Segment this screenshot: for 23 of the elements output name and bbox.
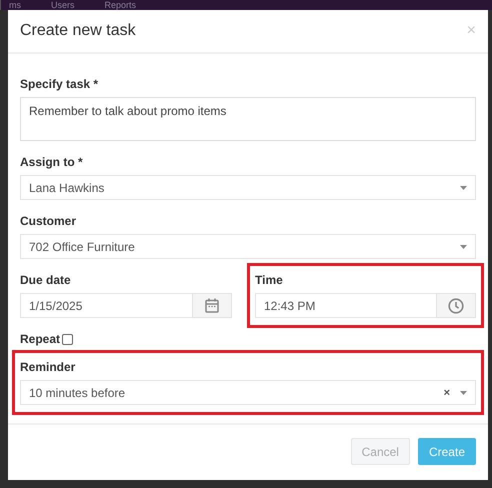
- field-label: Customer: [20, 214, 78, 228]
- field-label: Due date: [20, 273, 72, 287]
- date-field[interactable]: 1/15/2025: [20, 293, 232, 318]
- caret-icon: [460, 390, 467, 394]
- calendar-icon: [205, 298, 219, 313]
- caret-icon: [460, 244, 467, 248]
- field-label: Reminder: [20, 360, 76, 374]
- clock-icon: [448, 298, 464, 314]
- task-input[interactable]: Remember to talk about promo items: [20, 97, 476, 141]
- select-field[interactable]: 702 Office Furniture: [20, 234, 476, 259]
- clear-button[interactable]: ×: [444, 386, 450, 398]
- caret-icon: [460, 186, 467, 190]
- field-label: Assign to *: [20, 155, 84, 169]
- field-label: Specify task *: [20, 77, 100, 91]
- time-field[interactable]: 12:43 PM: [255, 293, 476, 318]
- field-label: Repeat: [20, 332, 60, 346]
- dialog-title: Create new task: [20, 22, 136, 40]
- date-picker-button[interactable]: [192, 294, 231, 317]
- repeat-checkbox[interactable]: [62, 334, 74, 344]
- select-field[interactable]: Lana Hawkins: [20, 175, 476, 200]
- field-label: Time: [255, 273, 284, 287]
- select-field[interactable]: 10 minutes before ×: [20, 380, 476, 405]
- time-picker-button[interactable]: [436, 294, 475, 317]
